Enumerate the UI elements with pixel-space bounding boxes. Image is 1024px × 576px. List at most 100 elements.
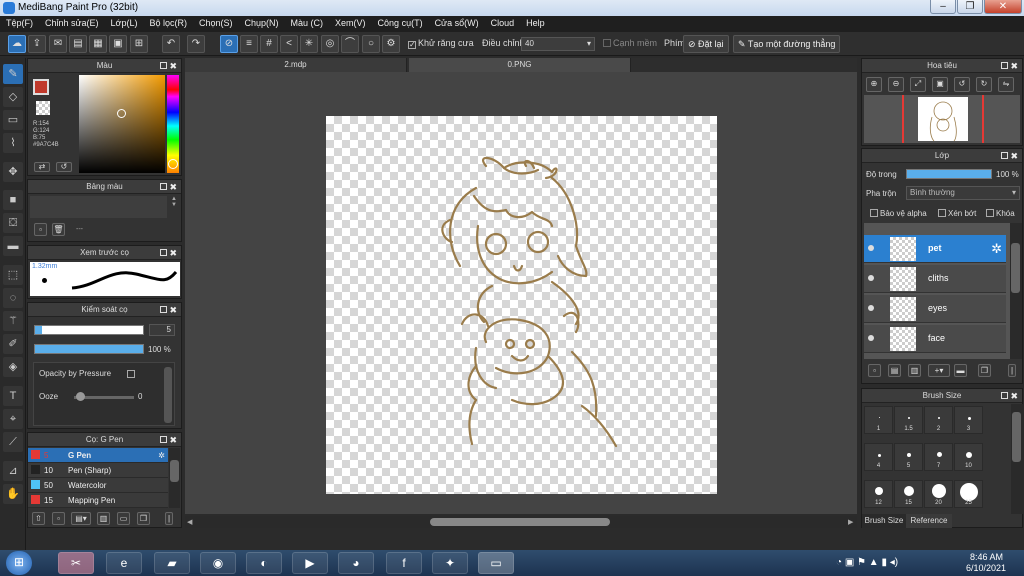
brush-size-value[interactable]: 5 <box>149 324 175 336</box>
magic-wand-icon[interactable]: ⚚ <box>3 311 23 331</box>
parallel-snap-icon[interactable]: ≡ <box>240 35 258 53</box>
lock-checkbox[interactable]: Khóa <box>986 209 1015 218</box>
menu-window[interactable]: Cửa sổ(W) <box>429 16 485 32</box>
gradient-tool-icon[interactable]: ▬ <box>3 236 23 256</box>
adjust-select[interactable]: 40 ▾ <box>521 37 595 51</box>
actual-size-icon[interactable]: ▣ <box>932 77 948 92</box>
add-layer-menu-icon[interactable]: +▾ <box>928 364 950 377</box>
popout-icon[interactable] <box>160 436 167 443</box>
new-brush-icon[interactable]: ▫ <box>52 512 65 525</box>
select-pen-icon[interactable]: ✐ <box>3 334 23 354</box>
clip-checkbox[interactable]: Xén bớt <box>938 209 976 218</box>
select-rect-icon[interactable]: ⬚ <box>3 265 23 285</box>
new-halftone-layer-icon[interactable]: ▤ <box>888 364 901 377</box>
brush-menu-icon[interactable]: | <box>165 512 173 525</box>
redo-icon[interactable]: ↷ <box>187 35 205 53</box>
background-transparent-swatch[interactable] <box>36 101 50 115</box>
brush-tool-icon[interactable]: ✎ <box>3 64 23 84</box>
new-palette-icon[interactable]: ▫ <box>34 223 47 236</box>
trash-icon[interactable]: 🗑 <box>52 223 65 236</box>
brush-size-15[interactable]: 15 <box>894 480 923 508</box>
close-icon[interactable]: ✖ <box>169 303 177 317</box>
tray-icons[interactable]: ◔ ▣ ⚑ ▲ ▮ ◂) <box>836 557 898 568</box>
comment-icon[interactable]: ✉ <box>49 35 67 53</box>
soft-edge-checkbox[interactable]: Cạnh mềm <box>603 38 657 48</box>
reset-button[interactable]: ⊘ Đặt lại <box>683 35 729 53</box>
menu-snap[interactable]: Chụp(N) <box>239 16 285 32</box>
brush-size-3[interactable]: 3 <box>954 406 983 434</box>
save-icon[interactable]: ▤ <box>69 35 87 53</box>
minimize-button[interactable]: – <box>930 0 956 14</box>
taskbar-colorpick-icon[interactable]: ◕ <box>338 552 374 574</box>
tab-reference[interactable]: Reference <box>906 514 952 528</box>
close-button[interactable]: ✕ <box>984 0 1022 14</box>
rotate-left-icon[interactable]: ↺ <box>954 77 970 92</box>
popout-icon[interactable] <box>1001 152 1008 159</box>
zoom-in-icon[interactable]: ⊕ <box>866 77 882 92</box>
brush-size-1-5[interactable]: 1.5 <box>894 406 923 434</box>
navigator-preview[interactable] <box>864 95 1020 143</box>
opacity-pressure-checkbox[interactable] <box>127 370 135 378</box>
close-icon[interactable]: ✖ <box>169 246 177 260</box>
menu-view[interactable]: Xem(V) <box>329 16 372 32</box>
hue-cursor[interactable] <box>168 159 178 169</box>
transform-icon[interactable]: ⊞ <box>130 35 148 53</box>
brush-size-12[interactable]: 12 <box>864 480 893 508</box>
radial-snap-icon[interactable]: ✳ <box>300 35 318 53</box>
operation-tool-icon[interactable]: ⌖ <box>3 409 23 429</box>
brush-item-watercolor[interactable]: 50 Watercolor <box>28 478 168 493</box>
layer-opacity-slider[interactable] <box>906 169 992 179</box>
taskbar-facebook-icon[interactable]: f <box>386 552 422 574</box>
snap-off-icon[interactable]: ⊘ <box>220 35 238 53</box>
layer-menu-icon[interactable]: | <box>1008 364 1016 377</box>
ooze-slider-thumb[interactable] <box>76 392 85 401</box>
duplicate-layer-icon[interactable]: ❐ <box>978 364 991 377</box>
tab-2-mdp[interactable]: 2.mdp <box>185 58 407 72</box>
close-icon[interactable]: ✖ <box>1010 149 1018 163</box>
menu-select[interactable]: Chọn(S) <box>193 16 239 32</box>
taskbar-snipping-icon[interactable]: ✂ <box>58 552 94 574</box>
taskbar-chrome-icon[interactable]: ◉ <box>200 552 236 574</box>
menu-tools[interactable]: Công cụ(T) <box>372 16 429 32</box>
taskbar-explorer-icon[interactable]: ▰ <box>154 552 190 574</box>
close-icon[interactable]: ✖ <box>1010 59 1018 73</box>
brush-size-25[interactable]: 25 <box>954 480 983 508</box>
eye-icon[interactable] <box>868 245 874 251</box>
menu-color[interactable]: Màu (C) <box>285 16 330 32</box>
hand-tool-icon[interactable]: ✋ <box>3 484 23 504</box>
menu-cloud[interactable]: Cloud <box>485 16 521 32</box>
brush-item-g-pen[interactable]: 5 G Pen ✲ <box>28 448 168 463</box>
brush-size-20[interactable]: 20 <box>924 480 953 508</box>
brush-size-7[interactable]: 7 <box>924 443 953 471</box>
popout-icon[interactable] <box>160 306 167 313</box>
menu-file[interactable]: Tệp(F) <box>0 16 39 32</box>
bucket-tool-icon[interactable]: ⛋ <box>3 213 23 233</box>
layer-folder-icon[interactable]: ▬ <box>954 364 967 377</box>
upload-brush-icon[interactable]: ⇧ <box>32 512 45 525</box>
eraser-tool-icon[interactable]: ◇ <box>3 87 23 107</box>
color-picker-cursor[interactable] <box>117 109 126 118</box>
taskbar-media-icon[interactable]: ▶ <box>292 552 328 574</box>
clock-date[interactable]: 6/10/2021 <box>966 563 1006 573</box>
text-tool-icon[interactable]: T <box>3 386 23 406</box>
drawing-canvas[interactable] <box>326 116 717 494</box>
start-button[interactable]: ⊞ <box>6 551 32 575</box>
close-icon[interactable]: ✖ <box>169 433 177 447</box>
menu-edit[interactable]: Chỉnh sửa(E) <box>39 16 105 32</box>
scroll-left-icon[interactable]: ◀ <box>187 518 192 526</box>
options-scrollbar[interactable] <box>164 367 172 423</box>
popout-icon[interactable] <box>160 249 167 256</box>
popout-icon[interactable] <box>160 62 167 69</box>
palette-scroll[interactable]: ▲ ▼ <box>169 196 179 218</box>
share-icon[interactable]: ⇪ <box>28 35 46 53</box>
swap-colors-button[interactable]: ⇄ <box>34 162 50 172</box>
menu-layer[interactable]: Lớp(L) <box>105 16 144 32</box>
export-icon[interactable]: ▦ <box>89 35 107 53</box>
brush-item-mapping-pen[interactable]: 15 Mapping Pen <box>28 493 168 508</box>
brush-size-5[interactable]: 5 <box>894 443 923 471</box>
brush-size-10[interactable]: 10 <box>954 443 983 471</box>
move-tool-icon[interactable]: ✥ <box>3 162 23 182</box>
rect-tool-icon[interactable]: ▭ <box>3 110 23 130</box>
gear-icon[interactable]: ✲ <box>991 241 1002 257</box>
flip-icon[interactable]: ⇋ <box>998 77 1014 92</box>
